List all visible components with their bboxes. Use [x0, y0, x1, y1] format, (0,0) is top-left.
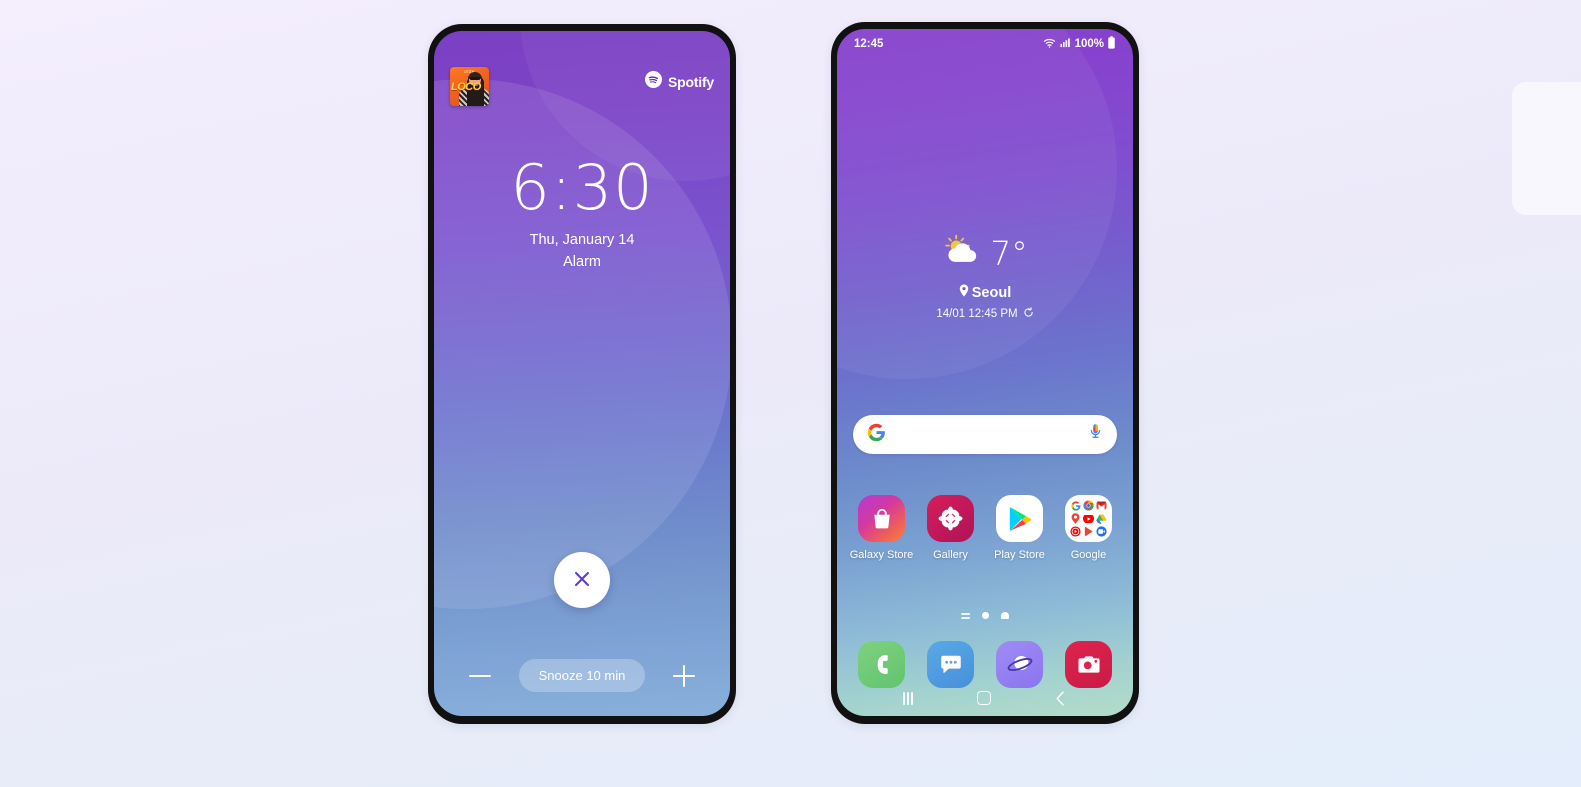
background-ghost-card	[1512, 82, 1581, 215]
decrease-snooze-button[interactable]	[467, 663, 493, 689]
app-play-store[interactable]: Play Store	[989, 495, 1051, 561]
spotify-branding[interactable]: Spotify	[644, 71, 714, 93]
google-folder-grid	[1070, 500, 1107, 537]
battery-full-icon	[1107, 36, 1116, 52]
drive-icon	[1096, 513, 1107, 524]
weather-updated-time: 14/01 12:45 PM	[936, 308, 1018, 320]
youtube-icon	[1083, 513, 1094, 524]
spotify-label: Spotify	[667, 74, 714, 90]
youtube-music-icon	[1070, 526, 1081, 537]
home-screen-display: 12:45 100% 7° Seoul 14/01 12:45 PM Galax…	[837, 29, 1133, 716]
app-row: Galaxy Store Gallery Play Store Google	[847, 495, 1123, 561]
status-indicators: 100%	[1043, 36, 1116, 52]
back-icon[interactable]	[1054, 690, 1067, 706]
play-store-icon	[996, 495, 1043, 542]
location-pin-icon	[959, 284, 969, 301]
weather-main: 7°	[837, 234, 1133, 273]
gallery-icon	[927, 495, 974, 542]
home-icon[interactable]	[976, 691, 991, 705]
home-page-dot[interactable]	[982, 612, 989, 619]
recents-icon[interactable]	[902, 691, 914, 705]
snooze-button[interactable]: Snooze 10 min	[518, 659, 646, 692]
refresh-icon[interactable]	[1023, 307, 1034, 321]
app-label: Gallery	[933, 549, 968, 561]
app-gallery[interactable]: Gallery	[920, 495, 982, 561]
google-search-bar[interactable]	[853, 415, 1117, 454]
lock-screen-wallpaper	[434, 31, 730, 716]
close-icon	[571, 568, 593, 593]
wifi-icon	[1043, 37, 1056, 52]
spotify-logo-icon	[644, 71, 662, 93]
weather-city: Seoul	[837, 284, 1133, 301]
lock-date: Thu, January 14	[529, 232, 635, 248]
lock-screen-display: ITZY LOCO Spotify 6:30 Thu, January 14 A…	[434, 31, 730, 716]
lock-screen-phone: ITZY LOCO Spotify 6:30 Thu, January 14 A…	[428, 24, 736, 724]
google-search-icon	[1070, 500, 1081, 511]
app-label: Galaxy Store	[849, 549, 914, 561]
app-galaxy-store[interactable]: Galaxy Store	[849, 495, 914, 561]
increase-snooze-button[interactable]	[671, 663, 697, 689]
home-wallpaper-circle	[837, 29, 1117, 379]
album-art-sunglasses	[470, 77, 480, 80]
page-indicator	[837, 612, 1133, 619]
app-label: Play Store	[994, 549, 1045, 561]
microphone-icon[interactable]	[1088, 423, 1103, 446]
galaxy-store-icon	[858, 495, 905, 542]
weather-widget[interactable]: 7° Seoul 14/01 12:45 PM	[837, 234, 1133, 321]
app-google-folder[interactable]: Google	[1058, 495, 1120, 561]
weather-temperature: 7°	[990, 234, 1028, 273]
gmail-icon	[1096, 500, 1107, 511]
duo-icon	[1096, 526, 1107, 537]
lock-time: 6:30	[510, 151, 654, 224]
dismiss-alarm-button[interactable]	[554, 552, 610, 608]
alarm-label: Alarm	[563, 254, 601, 270]
google-folder-icon	[1065, 495, 1112, 542]
play-icon	[1083, 526, 1094, 537]
weather-city-label: Seoul	[971, 284, 1012, 301]
maps-icon	[1070, 513, 1081, 524]
navigation-bar	[837, 680, 1133, 716]
home-indicator[interactable]	[1000, 612, 1009, 619]
search-input[interactable]	[896, 427, 1078, 442]
app-list-indicator[interactable]	[961, 612, 971, 619]
chrome-icon	[1083, 500, 1094, 511]
app-label: Google	[1070, 549, 1107, 561]
album-art-title: LOCO	[451, 81, 481, 93]
battery-percent: 100%	[1074, 38, 1104, 50]
spotify-album-art[interactable]: ITZY LOCO	[450, 67, 489, 106]
weather-updated: 14/01 12:45 PM	[837, 307, 1133, 321]
status-time: 12:45	[854, 38, 884, 50]
partly-cloudy-icon	[942, 234, 982, 273]
status-bar: 12:45 100%	[837, 29, 1133, 59]
lock-clock: 6:30 Thu, January 14	[434, 151, 730, 249]
home-screen-phone: 12:45 100% 7° Seoul 14/01 12:45 PM Galax…	[831, 22, 1139, 724]
cellular-signal-icon	[1059, 37, 1071, 51]
google-g-icon	[867, 423, 886, 447]
snooze-controls: Snooze 10 min	[434, 659, 730, 692]
